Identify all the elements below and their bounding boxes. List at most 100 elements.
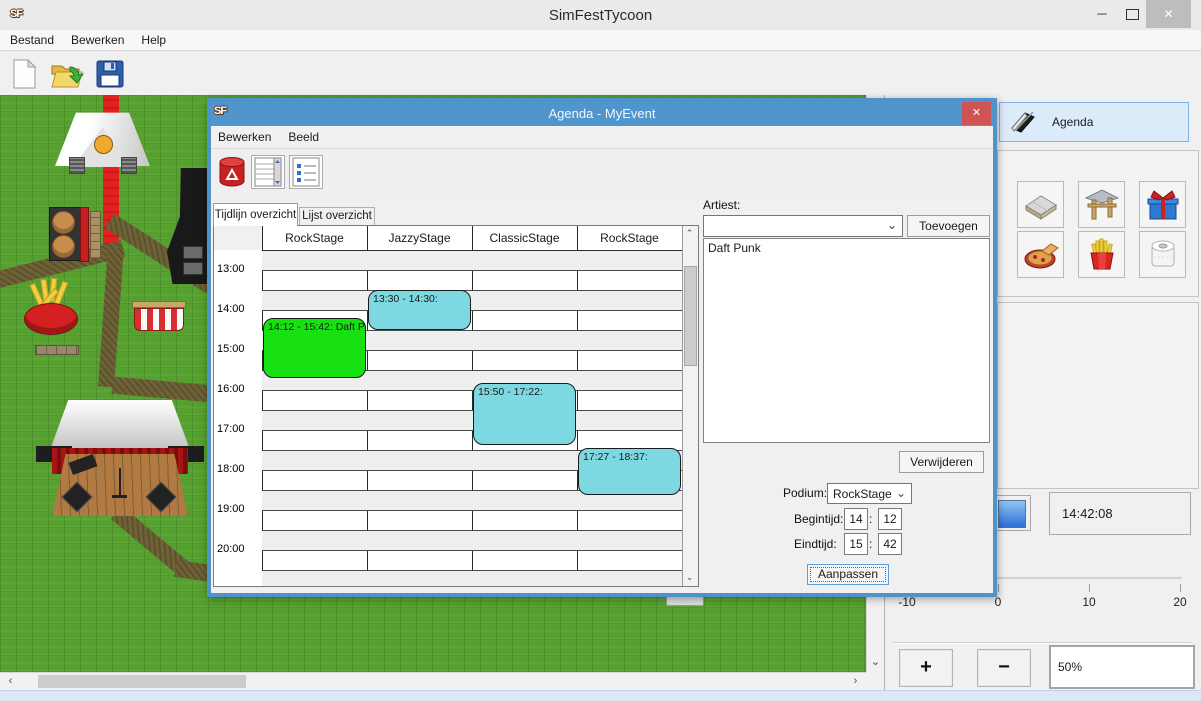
- map-planks[interactable]: [90, 211, 101, 259]
- new-file-icon: [12, 59, 38, 89]
- time-label: 17:00: [217, 423, 245, 435]
- shop-item-stage[interactable]: [1078, 181, 1125, 228]
- save-icon: [96, 60, 124, 88]
- save-button[interactable]: [93, 57, 127, 91]
- schedule-slot-row[interactable]: [262, 411, 682, 431]
- scrollbar-thumb[interactable]: [38, 675, 246, 688]
- scroll-up-icon[interactable]: ⌃: [682, 226, 697, 243]
- podium-combobox[interactable]: RockStage ⌄: [827, 483, 912, 504]
- schedule-slot-row[interactable]: [262, 551, 682, 571]
- artist-listbox[interactable]: Daft Punk: [703, 238, 990, 443]
- remove-button[interactable]: Verwijderen: [899, 451, 984, 473]
- schedule-event[interactable]: 15:50 - 17:22:: [473, 383, 576, 444]
- shop-item-pizza[interactable]: [1017, 231, 1064, 278]
- dialog-menu-item-beeld[interactable]: Beeld: [288, 126, 319, 148]
- schedule-slot-row[interactable]: [262, 271, 682, 291]
- schedule-slot-row[interactable]: [262, 251, 682, 271]
- equipment-pad: [183, 262, 203, 275]
- agenda-button[interactable]: Agenda: [999, 102, 1189, 142]
- schedule-slot-row[interactable]: [262, 571, 682, 587]
- scroll-down-icon[interactable]: ⌄: [682, 570, 697, 587]
- scroll-right-icon[interactable]: ›: [847, 673, 864, 690]
- slider-label: -10: [889, 595, 925, 609]
- map-tent[interactable]: [55, 109, 150, 175]
- list-view-button[interactable]: [289, 155, 323, 189]
- menu-item-help[interactable]: Help: [141, 30, 166, 51]
- shop-item-fries[interactable]: [1078, 231, 1125, 278]
- map-road[interactable]: [98, 247, 124, 388]
- main-menubar: Bestand Bewerken Help: [0, 30, 1201, 51]
- map-burger-stand-panel[interactable]: [80, 207, 89, 262]
- close-button[interactable]: ✕: [1146, 0, 1191, 28]
- scroll-down-icon[interactable]: ⌄: [867, 654, 884, 671]
- begin-hour-input[interactable]: 14: [844, 508, 868, 530]
- timeline-view-button[interactable]: [251, 155, 285, 189]
- schedule-event[interactable]: 17:27 - 18:37:: [578, 448, 681, 495]
- apply-button[interactable]: Aanpassen: [807, 564, 889, 585]
- schedule-grid[interactable]: [262, 251, 682, 586]
- dialog-toolbar: [211, 149, 993, 196]
- zoom-out-button[interactable]: −: [977, 649, 1031, 687]
- panel-divider: [893, 642, 1191, 644]
- shop-item-toilet-paper[interactable]: [1139, 231, 1186, 278]
- delete-tool-button[interactable]: [215, 155, 249, 189]
- blue-square-icon: [998, 500, 1026, 528]
- time-label: 19:00: [217, 503, 245, 515]
- menu-item-bewerken[interactable]: Bewerken: [71, 30, 124, 51]
- tab-tijdlijn-overzicht[interactable]: Tijdlijn overzicht: [213, 203, 298, 226]
- artist-list-item[interactable]: Daft Punk: [704, 239, 989, 257]
- end-minute-input[interactable]: 42: [878, 533, 902, 555]
- shop-item-road[interactable]: [1017, 181, 1064, 228]
- map-burger-stand[interactable]: [49, 207, 81, 261]
- menu-item-bestand[interactable]: Bestand: [10, 30, 54, 51]
- schedule-event-selected[interactable]: 14:12 - 15:42: Daft Punk: [263, 318, 366, 378]
- list-view-icon: [292, 157, 320, 187]
- map-planks[interactable]: [35, 345, 79, 355]
- zoom-in-button[interactable]: +: [899, 649, 953, 687]
- scroll-left-icon[interactable]: ‹: [2, 673, 19, 690]
- fries-icon: [1085, 237, 1119, 273]
- new-file-button[interactable]: [8, 57, 42, 91]
- dialog-menu-item-bewerken[interactable]: Bewerken: [218, 126, 271, 148]
- slider-tick: [998, 584, 999, 592]
- dialog-title: Agenda - MyEvent: [211, 106, 993, 121]
- toilet-paper-icon: [1146, 237, 1180, 273]
- dialog-titlebar[interactable]: SF Agenda - MyEvent ✕: [211, 102, 993, 126]
- agenda-book-icon: [1008, 107, 1038, 137]
- slider-tick: [1180, 584, 1181, 592]
- pizza-icon: [1022, 239, 1060, 271]
- zoom-level-field[interactable]: 50%: [1049, 645, 1195, 689]
- map-fries-stand[interactable]: [24, 303, 78, 335]
- tab-lijst-overzicht[interactable]: Lijst overzicht: [299, 207, 375, 226]
- begin-minute-input[interactable]: 12: [878, 508, 902, 530]
- maximize-icon: [1126, 9, 1139, 20]
- window-bottom-strip: [0, 690, 1201, 701]
- end-time-label: Eindtijd:: [794, 537, 837, 551]
- add-artist-button[interactable]: Toevoegen: [907, 215, 990, 237]
- map-striped-stand[interactable]: [132, 301, 186, 332]
- tent-logo-icon: [94, 135, 113, 154]
- stage-column-header: ClassicStage: [472, 226, 577, 250]
- burger-icon: [52, 235, 75, 258]
- end-hour-input[interactable]: 15: [844, 533, 868, 555]
- artist-combobox[interactable]: ⌄: [703, 215, 903, 237]
- stage-column-header: JazzyStage: [367, 226, 472, 250]
- schedule-slot-row[interactable]: [262, 391, 682, 411]
- trash-icon: [217, 155, 247, 189]
- podium-combo-value: RockStage: [833, 487, 892, 501]
- schedule-scrollbar[interactable]: ⌃ ⌄: [682, 226, 698, 586]
- schedule-slot-row[interactable]: [262, 531, 682, 551]
- map-horizontal-scrollbar[interactable]: ‹ ›: [0, 672, 866, 690]
- schedule-event[interactable]: 13:30 - 14:30:: [368, 290, 471, 330]
- shop-item-gift[interactable]: [1139, 181, 1186, 228]
- dialog-close-button[interactable]: ✕: [962, 102, 991, 125]
- agenda-button-label: Agenda: [1052, 115, 1093, 129]
- scrollbar-thumb[interactable]: [684, 266, 697, 366]
- open-file-button[interactable]: [50, 57, 84, 91]
- schedule-slot-row[interactable]: [262, 511, 682, 531]
- maximize-button[interactable]: [1118, 0, 1146, 28]
- stage-column-header: RockStage: [577, 226, 682, 250]
- minimize-button[interactable]: ─: [1088, 0, 1116, 28]
- map-main-stage[interactable]: [36, 398, 204, 613]
- schedule-slot-row[interactable]: [262, 291, 682, 311]
